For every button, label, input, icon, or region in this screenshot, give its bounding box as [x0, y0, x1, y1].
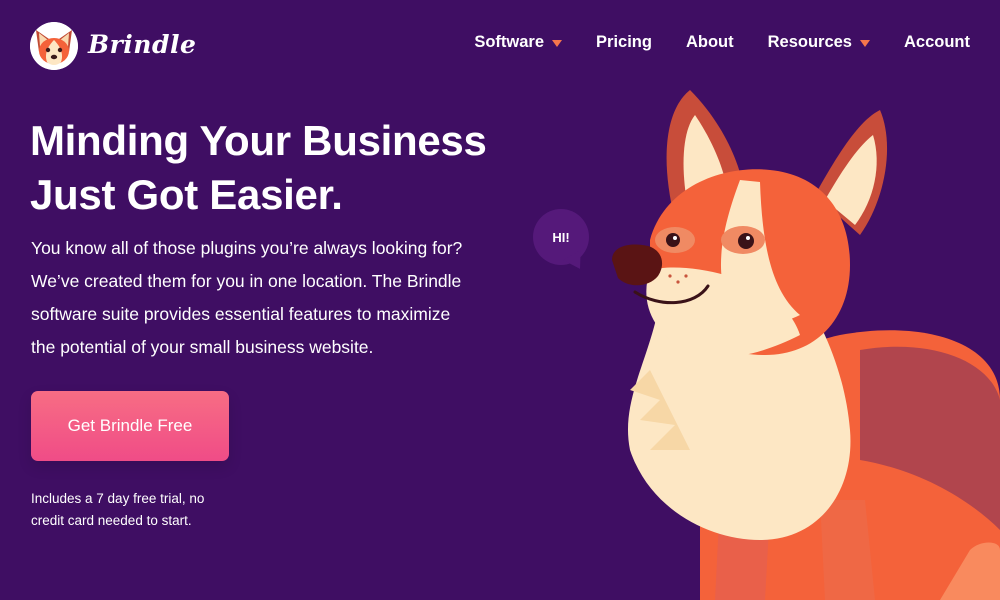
- nav-item-account[interactable]: Account: [904, 33, 970, 52]
- caret-down-icon: [860, 40, 870, 47]
- hero-headline-line: Just Got Easier.: [30, 171, 343, 218]
- main-nav: Software Pricing About Resources Account: [474, 33, 970, 52]
- brand-logo[interactable]: Brindle: [30, 22, 196, 70]
- trial-footnote-line: Includes a 7 day free trial, no: [31, 491, 205, 506]
- trial-footnote-line: credit card needed to start.: [31, 513, 192, 528]
- hero-headline-line: Minding Your Business: [30, 117, 487, 164]
- nav-item-pricing[interactable]: Pricing: [596, 33, 652, 52]
- corgi-logo-icon: [30, 22, 78, 70]
- speech-bubble-text: HI!: [552, 229, 570, 245]
- hero-description-line: We’ve created them for you in one locati…: [31, 271, 462, 291]
- nav-item-label: Software: [474, 33, 545, 51]
- nav-item-label: Resources: [767, 33, 852, 51]
- corgi-illustration: [612, 90, 1000, 600]
- nav-item-about[interactable]: About: [686, 33, 734, 52]
- get-brindle-free-button[interactable]: Get Brindle Free: [31, 391, 229, 461]
- nav-item-label: Account: [904, 33, 970, 51]
- trial-footnote: Includes a 7 day free trial, no credit c…: [31, 488, 251, 532]
- hero-description: You know all of those plugins you’re alw…: [31, 232, 511, 364]
- caret-down-icon: [552, 40, 563, 47]
- hero-description-line: software suite provides essential featur…: [31, 304, 451, 324]
- hero-description-line: You know all of those plugins you’re alw…: [31, 238, 463, 258]
- brand-name: Brindle: [88, 29, 197, 59]
- nav-item-label: Pricing: [596, 33, 652, 51]
- hero-headline: Minding Your Business Just Got Easier.: [30, 114, 550, 222]
- nav-item-resources[interactable]: Resources: [768, 33, 870, 52]
- hero-description-line: the potential of your small business web…: [31, 337, 374, 357]
- nav-item-software[interactable]: Software: [474, 33, 563, 52]
- nav-item-label: About: [685, 33, 734, 51]
